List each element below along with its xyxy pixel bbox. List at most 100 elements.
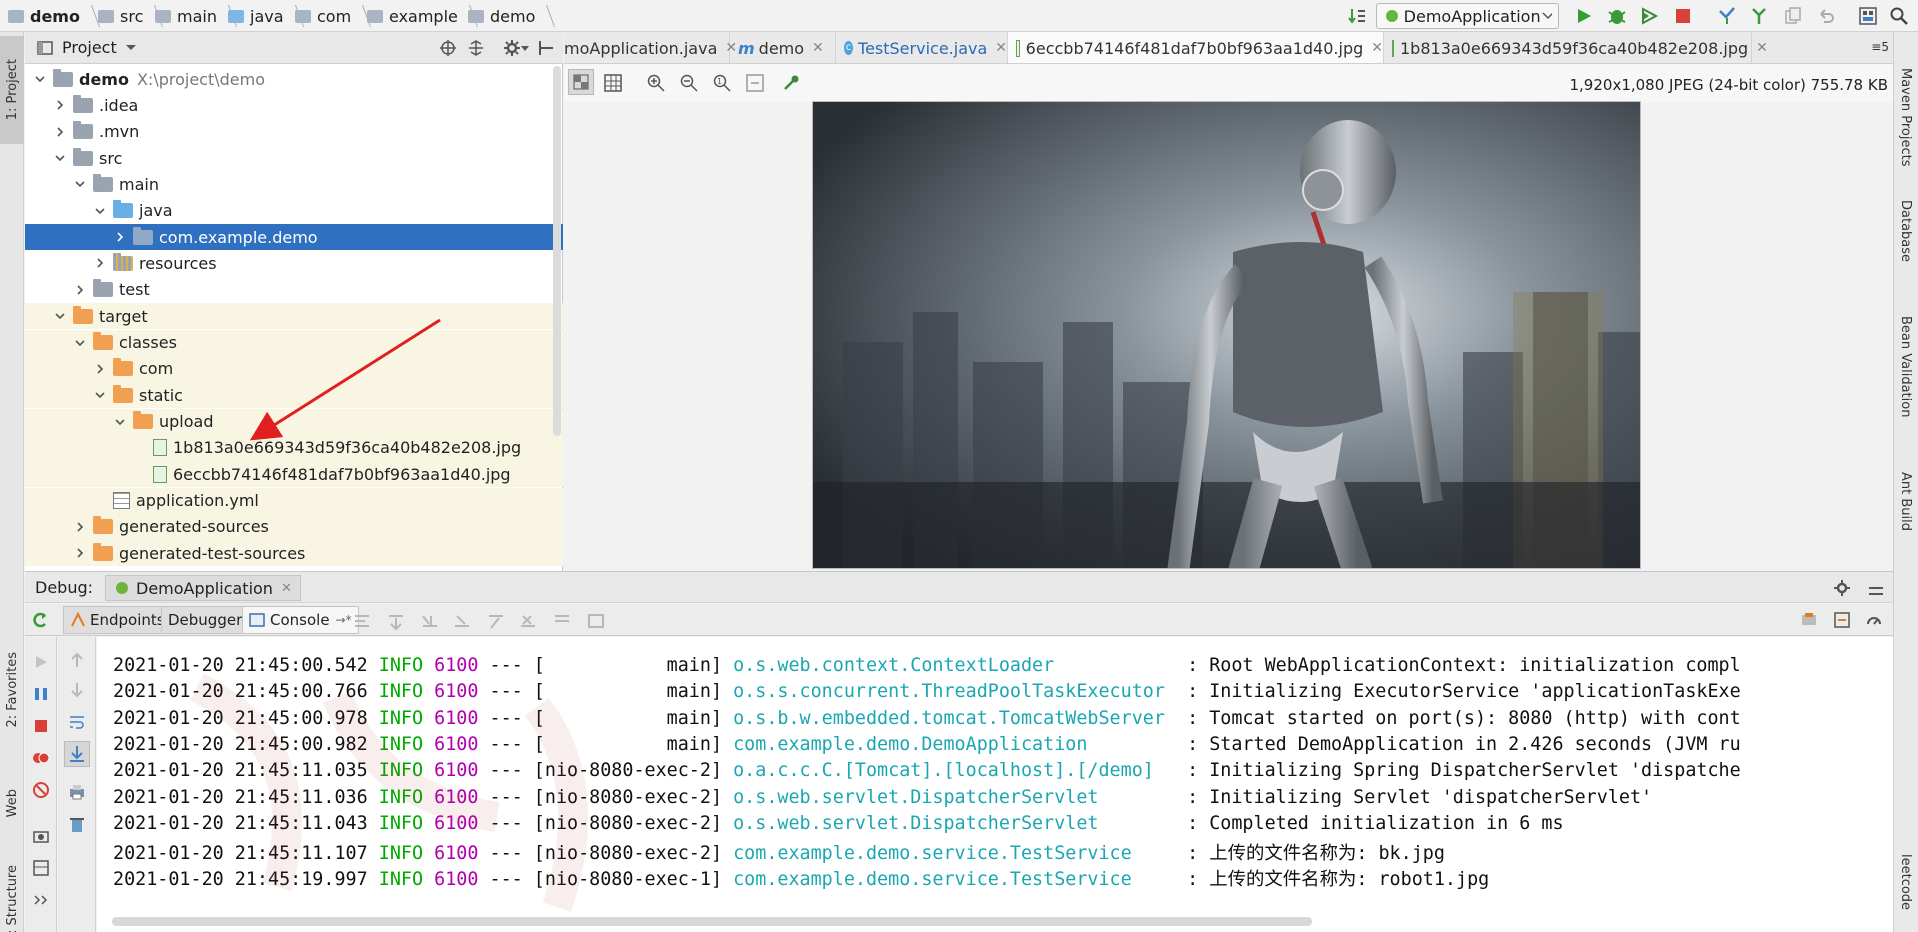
zoom-out-icon[interactable] (680, 74, 698, 92)
close-icon[interactable]: ✕ (812, 40, 824, 56)
resume-icon[interactable] (32, 653, 50, 671)
console-output[interactable]: 2021-01-20 21:45:00.542 INFO 6100 --- [ … (97, 637, 1893, 932)
tree-item[interactable]: classes (25, 329, 563, 356)
run-icon[interactable] (1573, 5, 1595, 27)
tree-item[interactable]: static (25, 382, 563, 409)
more-icon[interactable] (32, 893, 50, 907)
settings-icon[interactable] (1833, 611, 1851, 629)
soft-wrap-icon[interactable] (68, 713, 86, 731)
chevron-down-icon[interactable] (73, 177, 87, 191)
tree-item[interactable]: generated-sources (25, 513, 563, 540)
fit-zoom-icon[interactable] (746, 74, 764, 92)
breadcrumb-src[interactable]: src (98, 4, 164, 28)
chevron-down-icon[interactable] (53, 309, 67, 323)
tool-window-maven[interactable]: Maven Projects (1898, 68, 1913, 171)
chessboard-toggle[interactable] (568, 69, 594, 95)
undo-icon[interactable] (1815, 5, 1837, 27)
chevron-right-icon[interactable] (53, 98, 67, 112)
view-breakpoints-icon[interactable] (32, 749, 50, 767)
tab-overflow[interactable]: ≡ 5 (1871, 40, 1889, 54)
pause-icon[interactable] (32, 685, 50, 703)
scroll-up-icon[interactable] (68, 651, 86, 669)
chevron-down-icon[interactable] (73, 336, 87, 350)
scroll-to-end-toggle[interactable] (64, 741, 90, 767)
mute-breakpoints-icon[interactable] (32, 781, 50, 799)
tab-image-6eccbb[interactable]: 6eccbb74146f481daf7b0bf963aa1d40.jpg ✕ (1008, 32, 1384, 63)
tree-item[interactable]: generated-test-sources (25, 540, 563, 567)
run-config-select[interactable]: DemoApplication (1376, 3, 1559, 29)
debug-icon[interactable] (1606, 5, 1628, 27)
tab-demo-application[interactable]: moApplication.java ✕ (564, 32, 737, 63)
grid-icon[interactable] (604, 74, 622, 92)
close-icon[interactable]: ✕ (281, 581, 292, 596)
print-icon[interactable] (68, 783, 86, 801)
coverage-icon[interactable] (1638, 5, 1660, 27)
chevron-down-icon[interactable] (113, 415, 127, 429)
tab-debugger[interactable]: Debugger (161, 606, 250, 634)
chevron-down-icon[interactable] (521, 46, 529, 52)
tool-window-ant-build[interactable]: Ant Build (1898, 472, 1913, 535)
tree-item[interactable]: 1b813a0e669343d59f36ca40b482e208.jpg (25, 434, 563, 461)
stop-icon[interactable] (32, 717, 50, 735)
breadcrumb-demo-pkg[interactable]: demo (468, 4, 556, 28)
chevron-down-icon[interactable] (33, 72, 47, 86)
tree-item[interactable]: .mvn (25, 119, 563, 145)
layout-icon[interactable] (32, 859, 50, 877)
chevron-right-icon[interactable] (113, 230, 127, 244)
tool-window-database[interactable]: Database (1898, 200, 1913, 266)
debug-session-tab[interactable]: DemoApplication ✕ (105, 575, 301, 601)
tree-item[interactable]: main (25, 171, 563, 197)
camera-icon[interactable] (32, 827, 50, 845)
chevron-down-icon[interactable] (53, 151, 67, 165)
tree-item[interactable]: upload (25, 408, 563, 435)
breadcrumb-demo[interactable]: demo (8, 4, 100, 28)
tree-item[interactable]: com.example.demo (25, 224, 563, 251)
vcs-compare-icon[interactable] (1782, 5, 1804, 27)
tool-window-web[interactable]: Web (0, 768, 24, 838)
scroll-down-icon[interactable] (68, 681, 86, 699)
gear-icon[interactable] (503, 39, 521, 57)
chevron-right-icon[interactable] (73, 283, 87, 297)
hide-panel-icon[interactable] (537, 39, 555, 57)
chevron-down-icon[interactable] (93, 204, 107, 218)
tree-item[interactable]: com (25, 355, 563, 382)
zoom-in-icon[interactable] (647, 74, 665, 92)
locate-icon[interactable] (439, 39, 457, 57)
collapse-all-icon[interactable] (467, 39, 485, 57)
console-horizontal-scrollbar[interactable] (112, 917, 1312, 926)
tool-window-leetcode[interactable]: leetcode (1898, 854, 1913, 914)
tree-item[interactable]: application.yml (25, 487, 563, 514)
tab-demo-pom[interactable]: m demo ✕ (730, 32, 836, 63)
chevron-right-icon[interactable] (93, 256, 107, 270)
vcs-commit-icon[interactable] (1748, 5, 1770, 27)
search-icon[interactable] (1888, 5, 1910, 27)
tree-item[interactable]: 6eccbb74146f481daf7b0bf963aa1d40.jpg (25, 461, 563, 488)
close-icon[interactable]: ✕ (995, 40, 1007, 56)
actual-size-icon[interactable]: 1 (713, 74, 731, 92)
tool-window-project[interactable]: 1: Project (0, 36, 24, 144)
tool-window-favorites[interactable]: 2: Favorites (0, 620, 24, 760)
chevron-right-icon[interactable] (73, 546, 87, 560)
breadcrumb-java[interactable]: java (228, 4, 304, 28)
build-icon[interactable] (1346, 5, 1368, 27)
chevron-down-icon[interactable] (125, 44, 137, 52)
tree-item[interactable]: src (25, 145, 563, 171)
breadcrumb-com[interactable]: com (295, 4, 372, 28)
tab-test-service[interactable]: c TestService.java ✕ (836, 32, 1008, 63)
color-picker-icon[interactable] (782, 74, 800, 92)
tree-item[interactable]: java (25, 198, 563, 224)
performance-icon[interactable] (1865, 611, 1883, 629)
restore-layout-icon[interactable] (1800, 611, 1818, 629)
tree-item[interactable]: demo X:\project\demo (25, 66, 563, 92)
vcs-update-icon[interactable] (1716, 5, 1738, 27)
rerun-icon[interactable] (31, 611, 49, 629)
chevron-right-icon[interactable] (93, 362, 107, 376)
tool-window-bean-validation[interactable]: Bean Validation (1898, 316, 1913, 421)
close-icon[interactable]: ✕ (1756, 40, 1768, 56)
chevron-right-icon[interactable] (53, 125, 67, 139)
project-structure-icon[interactable] (1857, 5, 1879, 27)
tab-console[interactable]: Console →* (242, 606, 359, 634)
tree-item[interactable]: resources (25, 250, 563, 276)
breadcrumb-example[interactable]: example (367, 4, 478, 28)
tree-item[interactable]: test (25, 277, 563, 303)
